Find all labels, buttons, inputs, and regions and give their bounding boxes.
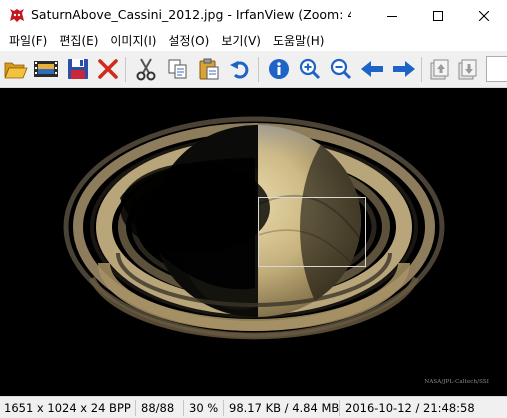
info-icon xyxy=(269,59,289,79)
slideshow-film-icon xyxy=(34,61,58,77)
menu-image[interactable]: 이미지(I) xyxy=(104,31,162,51)
menu-help[interactable]: 도움말(H) xyxy=(267,31,331,51)
save-disk-icon xyxy=(68,59,88,79)
status-divider xyxy=(135,400,136,416)
first-page-icon xyxy=(430,59,449,80)
open-folder-icon xyxy=(4,62,28,79)
menu-bar: 파일(F) 편집(E) 이미지(I) 설정(O) 보기(V) 도움말(H) xyxy=(0,31,507,51)
save-button[interactable] xyxy=(64,55,92,83)
zoom-in-button[interactable] xyxy=(296,55,324,83)
zoom-out-button[interactable] xyxy=(327,55,355,83)
cut-button[interactable] xyxy=(132,55,160,83)
delete-button[interactable] xyxy=(94,55,122,83)
status-index: 88/88 xyxy=(141,401,175,415)
saturn-image xyxy=(63,116,445,340)
paste-icon xyxy=(199,58,219,80)
status-dimensions: 1651 x 1024 x 24 BPP xyxy=(4,401,131,415)
toolbar-separator xyxy=(258,57,259,82)
slideshow-button[interactable] xyxy=(32,55,60,83)
copy-button[interactable] xyxy=(164,55,192,83)
maximize-icon xyxy=(433,10,443,21)
selection-rectangle[interactable] xyxy=(258,197,366,267)
previous-image-button[interactable] xyxy=(358,55,386,83)
paste-button[interactable] xyxy=(195,55,223,83)
previous-arrow-icon xyxy=(361,61,383,77)
toolbar-separator xyxy=(421,57,422,82)
irfanview-app-icon[interactable] xyxy=(8,7,26,24)
cut-scissors-icon xyxy=(136,58,156,81)
window-title: SaturnAbove_Cassini_2012.jpg - IrfanView… xyxy=(31,7,351,22)
status-divider xyxy=(339,400,340,416)
maximize-button[interactable] xyxy=(415,0,461,31)
minimize-button[interactable] xyxy=(369,0,415,31)
toolbar-input[interactable] xyxy=(486,56,507,82)
title-bar[interactable]: SaturnAbove_Cassini_2012.jpg - IrfanView… xyxy=(0,0,507,31)
status-divider xyxy=(223,400,224,416)
irfanview-window: SaturnAbove_Cassini_2012.jpg - IrfanView… xyxy=(0,0,507,418)
delete-x-icon xyxy=(98,59,118,79)
zoom-out-icon xyxy=(330,58,352,80)
toolbar xyxy=(0,51,507,88)
minimize-icon xyxy=(387,15,397,17)
menu-edit[interactable]: 편집(E) xyxy=(53,31,104,51)
menu-view[interactable]: 보기(V) xyxy=(215,31,267,51)
menu-options[interactable]: 설정(O) xyxy=(162,31,215,51)
close-icon xyxy=(479,10,489,21)
first-page-button[interactable] xyxy=(425,55,453,83)
copy-icon xyxy=(168,59,187,79)
undo-button[interactable] xyxy=(226,55,254,83)
last-page-button[interactable] xyxy=(453,55,481,83)
toolbar-separator xyxy=(125,57,126,82)
status-size: 98.17 KB / 4.84 MB xyxy=(229,401,340,415)
last-page-icon xyxy=(458,59,477,80)
image-viewport[interactable]: NASA/JPL-Caltech/SSI xyxy=(0,88,507,396)
status-bar: 1651 x 1024 x 24 BPP 88/88 30 % 98.17 KB… xyxy=(0,396,507,418)
status-divider xyxy=(183,400,184,416)
status-datetime: 2016-10-12 / 21:48:58 xyxy=(345,401,475,415)
undo-icon xyxy=(230,61,249,79)
open-button[interactable] xyxy=(2,55,30,83)
next-arrow-icon xyxy=(393,61,415,77)
status-zoom: 30 % xyxy=(189,401,219,415)
close-button[interactable] xyxy=(461,0,507,31)
next-image-button[interactable] xyxy=(390,55,418,83)
image-credit: NASA/JPL-Caltech/SSI xyxy=(424,379,489,385)
zoom-in-icon xyxy=(299,58,321,80)
info-button[interactable] xyxy=(265,55,293,83)
menu-file[interactable]: 파일(F) xyxy=(3,31,53,51)
